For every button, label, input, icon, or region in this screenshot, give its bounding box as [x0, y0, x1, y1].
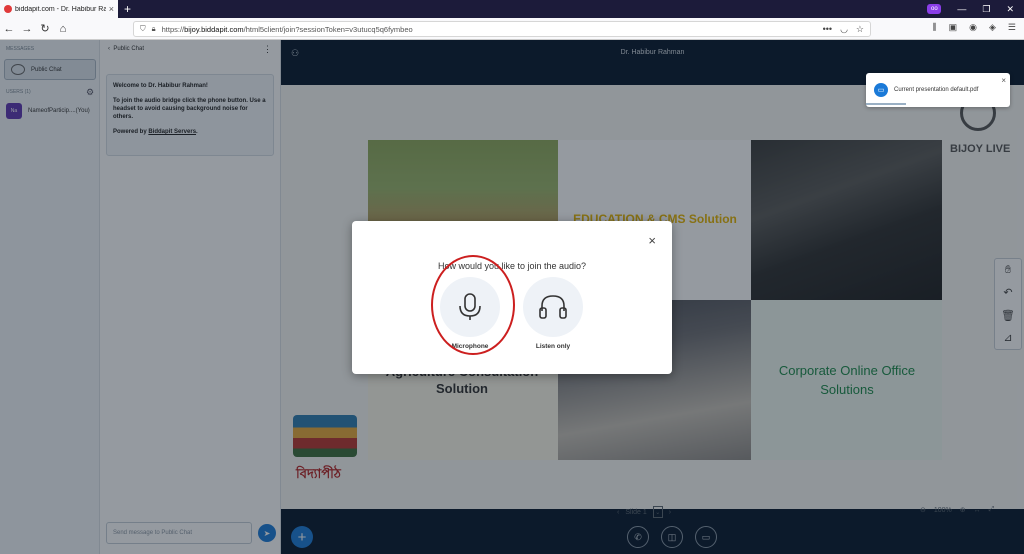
window-controls: oo — ❐ ✕ — [927, 0, 1024, 18]
powered-by: Powered by Biddapit Servers. — [113, 129, 198, 135]
tab-title: biddapit.com - Dr. Habibur Ra — [15, 5, 106, 13]
brand-name: BIJOY LIVE — [950, 143, 1011, 155]
browser-tab-bar: biddapit.com - Dr. Habibur Ra × + oo — ❐… — [0, 0, 1024, 18]
hand-tool-icon[interactable]: ✋︎ — [1005, 264, 1011, 277]
reload-icon[interactable]: ↻ — [36, 22, 54, 35]
user-list-item[interactable]: Na NameofParticip....(You) — [6, 103, 90, 119]
toast-close-icon[interactable]: × — [1001, 76, 1006, 85]
pocket-icon[interactable]: ◡ — [840, 24, 848, 35]
listen-only-label: Listen only — [535, 343, 571, 350]
video-off-button[interactable]: ◫ — [661, 526, 683, 548]
browser-nav-bar: ← → ↻ ⌂ ⛉ 🔒︎ https://bijoy.biddapit.com/… — [0, 18, 1024, 40]
presenter-name: Dr. Habibur Rahman — [620, 49, 685, 56]
listen-only-option[interactable]: Listen only — [522, 277, 584, 350]
whiteboard-toolbar: ✋︎ ↶ 🗑︎ ⊿ — [994, 258, 1022, 350]
fullscreen-icon[interactable]: ⤢ — [989, 506, 995, 514]
minimize-button[interactable]: — — [957, 4, 966, 14]
url-bar[interactable]: ⛉ 🔒︎ https://bijoy.biddapit.com/html5cli… — [133, 21, 871, 37]
chat-panel: ‹ Public Chat ⋮ Welcome to Dr. Habibur R… — [100, 40, 281, 554]
next-slide-icon[interactable]: › — [669, 509, 671, 516]
toast-progress-bar — [866, 103, 906, 105]
send-message-button[interactable]: ➤ — [258, 524, 276, 542]
browser-tab[interactable]: biddapit.com - Dr. Habibur Ra × — [0, 0, 118, 18]
send-icon: ➤ — [263, 528, 271, 538]
phone-off-icon: ✆ — [634, 531, 642, 542]
toast-message: Current presentation default.pdf — [894, 87, 979, 93]
menu-icon[interactable]: ☰ — [1008, 22, 1016, 33]
slide-select[interactable]: ⌄ — [652, 506, 663, 518]
avatar: Na — [6, 103, 22, 119]
presentation-header: ⚇ Dr. Habibur Rahman — [281, 40, 1024, 68]
screen-share-button[interactable]: ▭ — [695, 526, 717, 548]
user-name: NameofParticip....(You) — [28, 108, 90, 114]
slide-image-laptop — [751, 140, 942, 300]
listen-only-button[interactable] — [523, 277, 583, 337]
welcome-body: To join the audio bridge click the phone… — [113, 98, 266, 120]
audio-question: How would you like to join the audio? — [437, 261, 587, 271]
slide-number: Slide 1 — [625, 508, 647, 516]
fit-width-icon[interactable]: ↔ — [974, 507, 981, 514]
microphone-icon — [459, 293, 481, 320]
presentation-icon: ▭ — [874, 83, 888, 97]
trash-icon[interactable]: 🗑︎ — [1001, 309, 1015, 322]
page-actions-icon[interactable]: ••• — [823, 24, 832, 35]
back-icon[interactable]: ← — [0, 23, 18, 35]
shield-extension-icon[interactable]: ◈ — [989, 22, 996, 33]
gear-icon[interactable]: ⚙ — [86, 87, 94, 98]
powered-link[interactable]: Biddapit Servers — [148, 129, 196, 135]
microphone-label: Microphone — [451, 343, 489, 350]
zoom-in-icon[interactable]: ⊕ — [960, 506, 966, 514]
headphones-icon — [539, 295, 567, 319]
slide-text-corporate: Corporate Online Office Solutions — [778, 363, 916, 397]
user-list-panel: MESSAGES Public Chat USERS (1) ⚙ Na Name… — [0, 40, 100, 554]
conference-app: MESSAGES Public Chat USERS (1) ⚙ Na Name… — [0, 40, 1024, 554]
welcome-title: Welcome to Dr. Habibur Rahman! — [113, 83, 208, 89]
chat-header[interactable]: ‹ Public Chat — [108, 46, 144, 52]
shield-icon: ⛉ — [140, 24, 146, 33]
undo-icon[interactable]: ↶ — [1003, 286, 1012, 299]
messages-label: MESSAGES — [6, 46, 35, 52]
slide-navigation: ‹ Slide 1 ⌄ › — [617, 506, 671, 518]
microphone-button[interactable] — [440, 277, 500, 337]
public-chat-item[interactable]: Public Chat — [4, 59, 96, 80]
site-favicon-icon — [4, 5, 12, 13]
chat-message-input[interactable]: Send message to Public Chat — [106, 522, 252, 544]
notification-toast: ▭ Current presentation default.pdf × — [866, 73, 1010, 107]
action-bar: + ✆ ◫ ▭ — [281, 520, 1024, 554]
bookmark-star-icon[interactable]: ☆ — [856, 24, 864, 35]
zoom-controls: ⊖ 100% ⊕ ↔ ⤢ — [920, 506, 994, 514]
zoom-out-icon[interactable]: ⊖ — [920, 506, 926, 514]
sidebar-icon[interactable]: ▣ — [949, 22, 958, 33]
books-icon — [293, 415, 357, 457]
home-icon[interactable]: ⌂ — [54, 23, 72, 35]
forward-icon[interactable]: → — [18, 23, 36, 35]
tab-close-icon[interactable]: × — [109, 4, 114, 14]
window-close-button[interactable]: ✕ — [1006, 4, 1014, 15]
bidyapith-text: বিদ্যাপীঠ — [296, 466, 341, 481]
screen-share-icon: ▭ — [701, 531, 711, 542]
public-chat-label: Public Chat — [31, 66, 62, 73]
audio-join-modal: × How would you like to join the audio? … — [352, 221, 672, 374]
private-mask-icon: oo — [927, 4, 942, 14]
microphone-option[interactable]: Microphone — [439, 277, 501, 350]
url-text: https://bijoy.biddapit.com/html5client/j… — [161, 24, 413, 34]
camera-off-icon: ◫ — [667, 531, 677, 542]
library-icon[interactable]: ⫼ — [932, 22, 936, 33]
chat-options-icon[interactable]: ⋮ — [263, 44, 272, 55]
bidyapith-logo: বিদ্যাপীঠ — [290, 415, 360, 490]
new-tab-button[interactable]: + — [124, 2, 131, 16]
extension-icon[interactable]: ◉ — [969, 22, 977, 33]
lock-icon: 🔒︎ — [151, 24, 156, 33]
users-label: USERS (1) — [6, 89, 31, 95]
toolbar-right: ⫼ ▣ ◉ ◈ ☰ — [932, 22, 1016, 33]
maximize-button[interactable]: ❐ — [982, 4, 990, 15]
previous-slide-icon[interactable]: ‹ — [617, 509, 619, 516]
modal-close-icon[interactable]: × — [648, 233, 656, 248]
zoom-level: 100% — [933, 506, 952, 514]
welcome-message: Welcome to Dr. Habibur Rahman! To join t… — [106, 74, 274, 156]
chat-bubble-icon — [11, 64, 25, 75]
chart-icon[interactable]: ⊿ — [1003, 331, 1012, 344]
mute-audio-button[interactable]: ✆ — [627, 526, 649, 548]
actions-plus-button[interactable]: + — [291, 526, 313, 548]
